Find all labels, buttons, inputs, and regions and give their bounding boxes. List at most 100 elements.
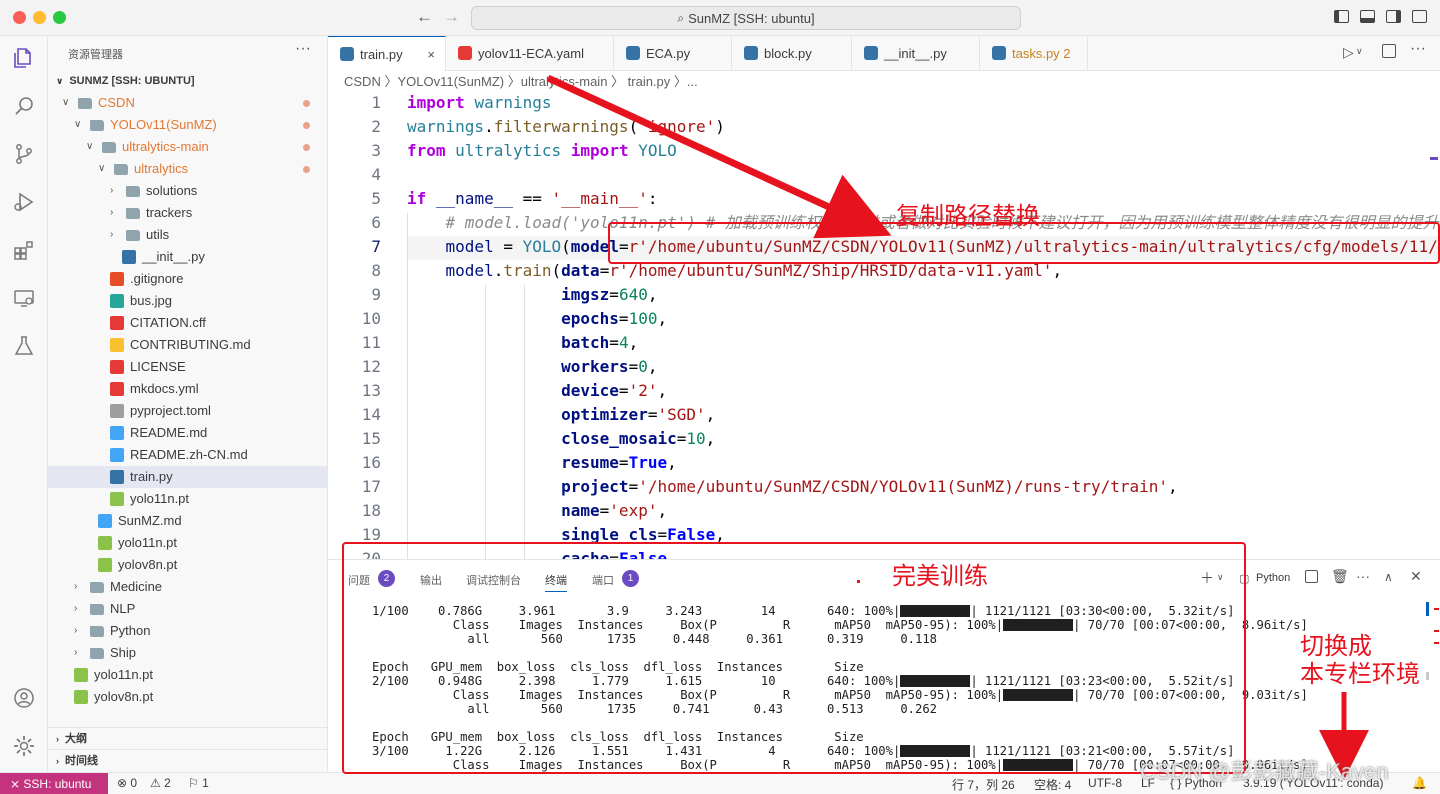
indentation[interactable]: 空格: 4 xyxy=(1034,776,1071,793)
ports-count[interactable]: ⚐ 1 xyxy=(188,776,209,790)
account-icon[interactable] xyxy=(12,686,36,710)
tree-folder[interactable]: › Ship xyxy=(48,642,327,664)
warnings-count[interactable]: ⚠ 2 xyxy=(150,776,171,790)
terminal-scrollbar-thumb[interactable] xyxy=(1426,672,1429,680)
remote-explorer-icon[interactable] xyxy=(12,286,36,310)
workspace-section-header[interactable]: ∨ SUNMZ [SSH: UBUNTU] xyxy=(48,70,327,92)
code-line[interactable]: resume=True, xyxy=(407,451,677,475)
outline-section[interactable]: › 大纲 xyxy=(48,727,327,749)
code-line[interactable]: name='exp', xyxy=(407,499,667,523)
terminal-shell-name[interactable]: Python xyxy=(1256,572,1290,584)
code-line[interactable]: device='2', xyxy=(407,379,667,403)
toggle-secondary-sidebar-icon[interactable] xyxy=(1386,10,1401,23)
tree-file[interactable]: yolov8n.pt xyxy=(48,554,327,576)
run-python-file-icon[interactable]: ▷ xyxy=(1343,44,1354,61)
maximize-panel-icon[interactable]: ∧ xyxy=(1384,570,1393,584)
breadcrumb[interactable]: CSDN 〉YOLOv11(SunMZ) 〉ultralytics-main 〉… xyxy=(328,71,1440,93)
close-tab-icon[interactable]: × xyxy=(427,37,435,72)
editor-tab[interactable]: yolov11-ECA.yaml xyxy=(446,36,614,71)
code-line[interactable]: from ultralytics import YOLO xyxy=(407,139,677,163)
cursor-position[interactable]: 行 7，列 26 xyxy=(952,776,1015,793)
tree-file[interactable]: .gitignore xyxy=(48,268,327,290)
tree-file[interactable]: pyproject.toml xyxy=(48,400,327,422)
tree-folder[interactable]: ∨ ultralytics-main xyxy=(48,136,327,158)
editor-tabs: train.py × yolov11-ECA.yaml ECA.py block.py _… xyxy=(328,36,1440,71)
code-line[interactable]: epochs=100, xyxy=(407,307,667,331)
tree-file[interactable]: README.md xyxy=(48,422,327,444)
code-token: = xyxy=(493,237,523,256)
errors-count[interactable]: ⊗ 0 xyxy=(117,776,137,790)
tree-folder[interactable]: › trackers xyxy=(48,202,327,224)
timeline-section[interactable]: › 时间线 xyxy=(48,749,327,771)
tree-folder[interactable]: ∨ YOLOv11(SunMZ) xyxy=(48,114,327,136)
tree-file[interactable]: train.py xyxy=(48,466,327,488)
code-line[interactable]: close_mosaic=10, xyxy=(407,427,715,451)
tree-file[interactable]: CONTRIBUTING.md xyxy=(48,334,327,356)
customize-layout-icon[interactable] xyxy=(1412,10,1427,23)
tree-file[interactable]: CITATION.cff xyxy=(48,312,327,334)
tree-folder[interactable]: ∨ CSDN xyxy=(48,92,327,114)
encoding[interactable]: UTF-8 xyxy=(1088,776,1122,790)
close-window-button[interactable] xyxy=(13,11,26,24)
forward-arrow-icon[interactable]: → xyxy=(443,7,460,27)
tree-file[interactable]: bus.jpg xyxy=(48,290,327,312)
testing-flask-icon[interactable] xyxy=(12,334,36,358)
tree-file[interactable]: README.zh-CN.md xyxy=(48,444,327,466)
editor-tab[interactable]: block.py xyxy=(732,36,852,71)
command-center[interactable]: ⌕ SunMZ [SSH: ubuntu] xyxy=(471,6,1021,30)
tree-file[interactable]: SunMZ.md xyxy=(48,510,327,532)
notifications-bell-icon[interactable]: 🔔 xyxy=(1412,776,1427,790)
run-debug-icon[interactable] xyxy=(12,190,36,214)
settings-gear-icon[interactable] xyxy=(12,734,36,758)
close-panel-icon[interactable]: ✕ xyxy=(1410,568,1422,585)
split-editor-icon[interactable] xyxy=(1382,44,1396,58)
maximize-window-button[interactable] xyxy=(53,11,66,24)
tree-folder[interactable]: › utils xyxy=(48,224,327,246)
tree-file[interactable]: yolo11n.pt xyxy=(48,532,327,554)
editor-tab[interactable]: tasks.py 2 xyxy=(980,36,1088,71)
code-editor[interactable]: 1 import warnings 2 warnings.filterwarnings… xyxy=(328,93,1440,559)
remote-icon: ⨯ xyxy=(10,777,24,791)
tree-folder[interactable]: › solutions xyxy=(48,180,327,202)
trash-icon[interactable]: 🗑 xyxy=(1331,568,1349,585)
extensions-icon[interactable] xyxy=(12,238,36,262)
code-token: = xyxy=(628,357,639,376)
code-line[interactable]: warnings.filterwarnings('ignore') xyxy=(407,115,725,139)
tree-file[interactable]: mkdocs.yml xyxy=(48,378,327,400)
toggle-sidebar-icon[interactable] xyxy=(1334,10,1349,23)
tree-folder[interactable]: › NLP xyxy=(48,598,327,620)
editor-tab[interactable]: ECA.py xyxy=(614,36,732,71)
tree-folder[interactable]: › Python xyxy=(48,620,327,642)
code-line[interactable]: import warnings xyxy=(407,93,552,115)
tree-file[interactable]: yolo11n.pt xyxy=(48,664,327,686)
tree-file[interactable]: yolo11n.pt xyxy=(48,488,327,510)
scroll-marker xyxy=(1434,642,1439,644)
minimize-window-button[interactable] xyxy=(33,11,46,24)
tree-file[interactable]: LICENSE xyxy=(48,356,327,378)
editor-tab[interactable]: __init__.py xyxy=(852,36,980,71)
code-line[interactable]: project='/home/ubuntu/SunMZ/CSDN/YOLOv11… xyxy=(407,475,1178,499)
tree-folder[interactable]: ∨ ultralytics xyxy=(48,158,327,180)
code-line[interactable]: workers=0, xyxy=(407,355,657,379)
chevron-down-icon[interactable]: ∨ xyxy=(1356,46,1363,57)
code-line[interactable]: optimizer='SGD', xyxy=(407,403,715,427)
remote-indicator[interactable]: ⨯ SSH: ubuntu xyxy=(0,773,108,794)
tree-file[interactable]: __init__.py xyxy=(48,246,327,268)
code-line[interactable]: if __name__ == '__main__': xyxy=(407,187,657,211)
editor-tab[interactable]: train.py × xyxy=(328,36,446,71)
more-actions-icon[interactable]: ··· xyxy=(295,40,311,58)
more-actions-icon[interactable]: ··· xyxy=(1410,40,1426,58)
toggle-panel-icon[interactable] xyxy=(1360,10,1375,23)
back-arrow-icon[interactable]: ← xyxy=(416,7,433,27)
code-line[interactable]: imgsz=640, xyxy=(407,283,657,307)
search-icon[interactable] xyxy=(12,94,36,118)
more-actions-icon[interactable]: ··· xyxy=(1356,568,1370,584)
source-control-icon[interactable] xyxy=(12,142,36,166)
code-line[interactable]: batch=4, xyxy=(407,331,638,355)
split-terminal-icon[interactable] xyxy=(1305,570,1318,583)
explorer-icon[interactable] xyxy=(12,46,36,70)
tree-folder[interactable]: › Medicine xyxy=(48,576,327,598)
tree-file[interactable]: yolov8n.pt xyxy=(48,686,327,708)
